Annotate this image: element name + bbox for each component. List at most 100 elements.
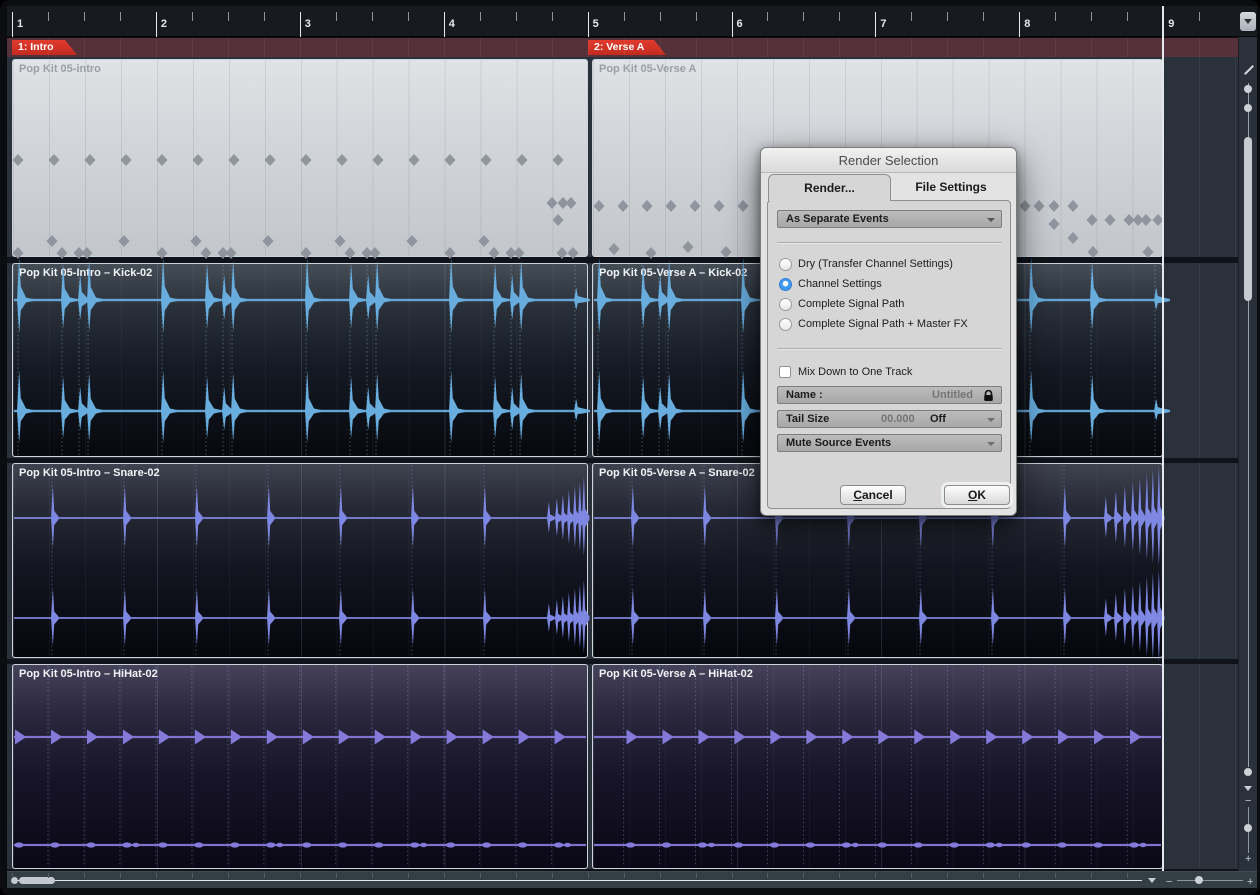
overview-tick (48, 873, 49, 878)
snare-event-intro[interactable]: Pop Kit 05-Intro – Snare-02 (12, 463, 588, 658)
marker-grid-line (336, 38, 337, 57)
tab-render[interactable]: Render... (768, 174, 891, 201)
name-field[interactable]: Name : Untitled (777, 386, 1002, 404)
overview-tick (660, 873, 661, 878)
marker-grid-line (839, 38, 840, 57)
ruler-bar-number: 4 (449, 18, 455, 30)
radio-dry[interactable] (779, 258, 792, 271)
grid-line (1235, 57, 1236, 871)
ruler-options-button[interactable] (1240, 12, 1256, 31)
beat-tick (264, 12, 265, 21)
v-zoom-preset-arrow-icon[interactable] (1244, 786, 1252, 791)
overview-tick (803, 873, 804, 878)
ruler-bar-number: 8 (1024, 18, 1030, 30)
option-label: Complete Signal Path + Master FX (798, 318, 968, 330)
beat-tick (408, 12, 409, 21)
marker-track-lane[interactable]: 1: Intro 2: Verse A (7, 38, 1238, 57)
h-zoom-out-button[interactable]: − (1166, 877, 1172, 887)
ruler-bar-number: 9 (1168, 18, 1174, 30)
h-zoom-slider-knob[interactable] (1195, 876, 1203, 884)
option-channel-settings[interactable]: Channel Settings (779, 276, 882, 292)
marker-grid-line (408, 38, 409, 57)
bar-line (732, 12, 733, 37)
marker-grid-line (444, 38, 445, 57)
radio-channel-settings[interactable] (779, 278, 792, 291)
marker-grid-line (660, 38, 661, 57)
tab-file-settings[interactable]: File Settings (891, 174, 1011, 201)
chevron-down-icon (987, 442, 995, 446)
marker-grid-line (1199, 38, 1200, 57)
option-label: Complete Signal Path (798, 298, 904, 310)
marker-grid-line (300, 38, 301, 57)
beat-tick (192, 12, 193, 21)
vertical-scrollbar-track[interactable] (1248, 301, 1249, 767)
midi-event-intro[interactable]: Pop Kit 05-intro (12, 59, 588, 257)
h-zoom-slider-track[interactable] (1177, 880, 1243, 881)
upper-slider-knob-1[interactable] (1244, 85, 1252, 93)
option-dry[interactable]: Dry (Transfer Channel Settings) (779, 256, 953, 272)
render-mode-dropdown[interactable]: As Separate Events (777, 210, 1002, 228)
waveform-zoom-knob[interactable] (1244, 768, 1252, 776)
radio-complete-signal-path-master-fx[interactable] (779, 318, 792, 331)
overview-tick (1091, 873, 1092, 878)
overview-tick (84, 873, 85, 878)
ruler-bar-number: 1 (17, 18, 23, 30)
tail-size-value: 00.000 (881, 411, 915, 427)
radio-complete-signal-path[interactable] (779, 298, 792, 311)
event-name: Pop Kit 05-Verse A – Snare-02 (599, 467, 755, 479)
v-zoom-slider-knob[interactable] (1244, 824, 1252, 832)
hihat-event-verse-a[interactable]: Pop Kit 05-Verse A – HiHat-02 (592, 664, 1163, 869)
track-divider (7, 458, 1238, 463)
kick-event-intro[interactable]: Pop Kit 05-Intro – Kick-02 (12, 263, 588, 457)
marker-grid-line (264, 38, 265, 57)
beat-tick (947, 12, 948, 21)
tail-size-field[interactable]: Tail Size 00.000 Off (777, 410, 1002, 428)
horizontal-scrollbar-thumb[interactable] (19, 877, 55, 884)
beat-tick (839, 12, 840, 21)
marker-grid-line (1127, 38, 1128, 57)
marker-grid-line (156, 38, 157, 57)
timeline-ruler[interactable]: 123456789 (7, 6, 1257, 37)
ok-button[interactable]: OK (944, 485, 1010, 505)
pencil-zoom-icon[interactable] (1244, 65, 1254, 75)
marker-grid-line (875, 38, 876, 57)
marker-flag-intro[interactable]: 1: Intro (12, 40, 77, 55)
vertical-scrollbar-thumb[interactable] (1244, 137, 1252, 301)
option-complete-signal-path[interactable]: Complete Signal Path (779, 296, 904, 312)
overview-tick (156, 873, 157, 878)
option-label: Channel Settings (798, 278, 882, 290)
bar-line (1019, 12, 1020, 37)
bar-line (875, 12, 876, 37)
overview-tick (875, 873, 876, 878)
h-zoom-in-button[interactable]: + (1247, 877, 1253, 887)
cancel-button[interactable]: Cancel (840, 485, 906, 505)
mixdown-checkbox[interactable] (779, 366, 791, 378)
horizontal-scrollbar-track[interactable] (14, 880, 1142, 881)
overview-tick (228, 873, 229, 878)
mute-source-dropdown[interactable]: Mute Source Events (777, 434, 1002, 452)
overview-tick (983, 873, 984, 878)
beat-tick (803, 12, 804, 21)
option-complete-signal-path-master-fx[interactable]: Complete Signal Path + Master FX (779, 316, 968, 332)
upper-slider-knob-2[interactable] (1244, 104, 1252, 112)
horizontal-scrollbar-end-knob[interactable] (11, 877, 18, 884)
beat-tick (48, 12, 49, 21)
bar-line (300, 12, 301, 37)
overview-tick (480, 873, 481, 878)
overview-tick (624, 873, 625, 878)
separator (777, 242, 1002, 244)
overview-tick (696, 873, 697, 878)
track-divider (7, 659, 1238, 664)
mixdown-label: Mix Down to One Track (798, 366, 912, 378)
beat-tick (624, 12, 625, 21)
zoom-preset-arrow-icon[interactable] (1148, 878, 1156, 883)
marker-flag-verse-a[interactable]: 2: Verse A (588, 40, 666, 55)
mixdown-row[interactable]: Mix Down to One Track (779, 364, 912, 380)
v-zoom-out-button[interactable]: − (1245, 796, 1251, 806)
beat-tick (228, 12, 229, 21)
v-zoom-in-button[interactable]: + (1245, 854, 1251, 864)
lock-icon (983, 390, 994, 402)
beat-tick (767, 12, 768, 21)
hihat-event-intro[interactable]: Pop Kit 05-Intro – HiHat-02 (12, 664, 588, 869)
marker-grid-line (1091, 38, 1092, 57)
